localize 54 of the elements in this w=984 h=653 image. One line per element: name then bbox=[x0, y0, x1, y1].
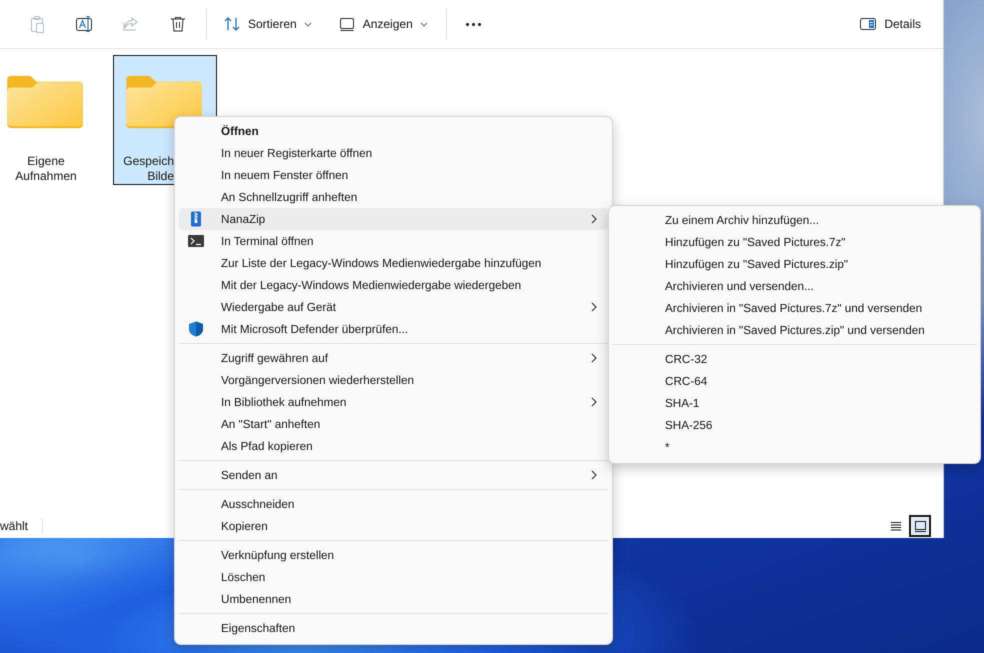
view-button[interactable]: Anzeigen bbox=[330, 8, 436, 40]
menu-item[interactable]: CRC-64 bbox=[613, 370, 976, 392]
folder-name: Bilde bbox=[147, 169, 174, 184]
caret-icon bbox=[304, 22, 312, 26]
menu-item[interactable]: Löschen bbox=[179, 566, 608, 588]
large-view-buttons-icon[interactable] bbox=[909, 515, 931, 537]
menu-item[interactable]: Als Pfad kopieren bbox=[179, 435, 608, 457]
menu-item[interactable]: CRC-32 bbox=[613, 348, 976, 370]
folder-item[interactable]: Eigene Aufnahmen bbox=[0, 55, 92, 185]
share-icon bbox=[122, 15, 140, 33]
menu-item[interactable]: SHA-1 bbox=[613, 392, 976, 414]
folder-name: Eigene bbox=[27, 154, 65, 169]
menu-item[interactable]: Kopieren bbox=[179, 515, 608, 537]
menu-item[interactable]: An Schnellzugriff anheften bbox=[179, 186, 608, 208]
menu-item[interactable]: Mit der Legacy-Windows Medienwiedergabe wiedergeben bbox=[179, 274, 608, 296]
shield-icon bbox=[188, 321, 204, 337]
trash-icon bbox=[169, 15, 187, 33]
menu-item[interactable]: An "Start" anheften bbox=[179, 413, 608, 435]
menu-item[interactable]: In Terminal öffnen bbox=[179, 230, 608, 252]
menu-item[interactable]: In Bibliothek aufnehmen bbox=[179, 391, 608, 413]
folder-name: Aufnahmen bbox=[15, 169, 77, 184]
menu-item[interactable]: Archivieren in "Saved Pictures.zip" und versenden bbox=[613, 319, 976, 341]
menu-item[interactable]: Zugriff gewähren auf bbox=[179, 347, 608, 369]
sort-button[interactable]: Sortieren bbox=[215, 8, 320, 40]
menu-item[interactable]: Zur Liste der Legacy-Windows Medienwiedergabe hinzufügen bbox=[179, 252, 608, 274]
menu-item[interactable]: Hinzufügen zu "Saved Pictures.zip" bbox=[613, 253, 976, 275]
caret-icon bbox=[420, 22, 428, 26]
menu-item[interactable]: Senden an bbox=[179, 464, 608, 486]
status-text: wählt bbox=[0, 519, 44, 533]
monitor-icon bbox=[338, 15, 356, 33]
large-icons-icon bbox=[912, 518, 928, 534]
menu-item[interactable]: Umbenennen bbox=[179, 588, 608, 610]
menu-item[interactable]: Mit Microsoft Defender überprüfen... bbox=[179, 318, 608, 340]
menu-item[interactable]: Eigenschaften bbox=[179, 617, 608, 639]
zipper-file-icon bbox=[188, 211, 204, 227]
text-cursor-icon bbox=[75, 15, 93, 33]
menu-item[interactable]: Wiedergabe auf Gerät bbox=[179, 296, 608, 318]
menu-item[interactable]: Verknüpfung erstellen bbox=[179, 544, 608, 566]
clipboard-icon bbox=[28, 15, 46, 33]
menu-item[interactable]: Ausschneiden bbox=[179, 493, 608, 515]
menu-item[interactable]: Zu einem Archiv hinzufügen... bbox=[613, 209, 976, 231]
menu-item[interactable]: Vorgängerversionen wiederherstellen bbox=[179, 369, 608, 391]
ellipsis-icon bbox=[466, 22, 482, 26]
terminal-icon bbox=[188, 233, 204, 249]
sort-arrows-icon bbox=[223, 15, 241, 33]
details-pane-icon bbox=[859, 15, 878, 33]
menu-item[interactable]: Archivieren und versenden... bbox=[613, 275, 976, 297]
menu-item[interactable]: * bbox=[613, 436, 976, 458]
details-button[interactable]: Details bbox=[851, 8, 929, 40]
menu-item[interactable]: SHA-256 bbox=[613, 414, 976, 436]
menu-item[interactable]: NanaZip bbox=[179, 208, 608, 230]
menu-item[interactable]: Hinzufügen zu "Saved Pictures.7z" bbox=[613, 231, 976, 253]
menu-item[interactable]: Archivieren in "Saved Pictures.7z" und versenden bbox=[613, 297, 976, 319]
folder-name: Gespeich bbox=[123, 154, 174, 169]
